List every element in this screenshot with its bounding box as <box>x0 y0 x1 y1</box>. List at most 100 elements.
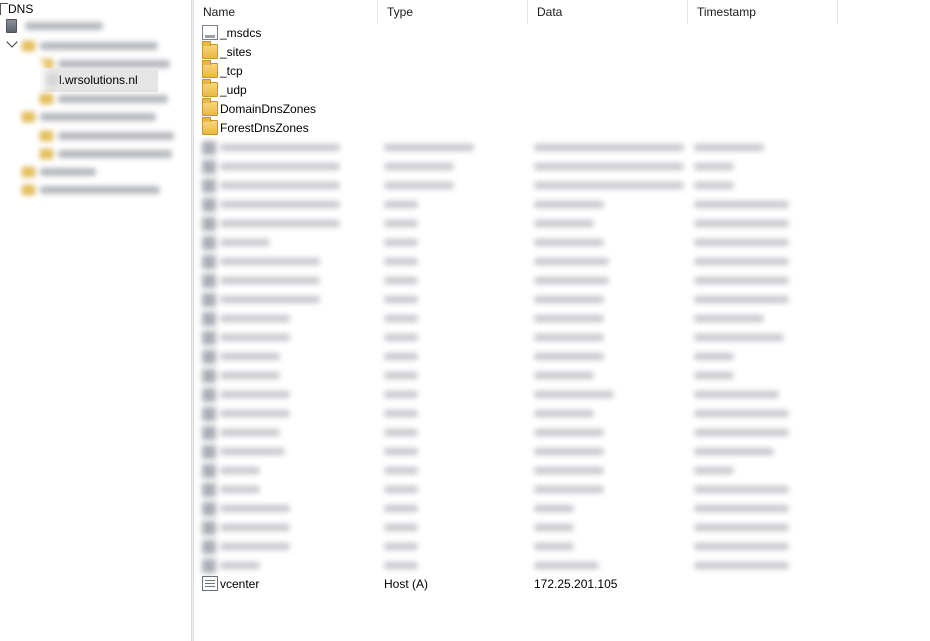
redacted-record-icon <box>202 388 216 402</box>
list-item-msdcs[interactable]: _msdcs <box>194 23 838 42</box>
redacted-text <box>220 201 340 208</box>
redacted-record-icon <box>202 331 216 345</box>
redacted-text <box>694 239 789 246</box>
redacted-text <box>384 163 454 170</box>
redacted-text <box>220 163 340 170</box>
chevron-down-icon[interactable] <box>6 36 18 48</box>
redacted-text <box>534 410 594 417</box>
redacted-text <box>384 467 418 474</box>
column-header-timestamp[interactable]: Timestamp <box>688 0 838 24</box>
column-header-data[interactable]: Data <box>528 0 688 24</box>
redacted-text <box>694 315 764 322</box>
redacted-text <box>534 486 604 493</box>
tree-trust-points[interactable] <box>22 163 96 181</box>
tree-conditional-forwarders[interactable] <box>22 181 160 199</box>
redacted-text <box>534 201 604 208</box>
column-header-type[interactable]: Type <box>378 0 528 24</box>
redacted-record-icon <box>202 521 216 535</box>
redacted-record-icon <box>202 464 216 478</box>
redacted-record-icon <box>202 369 216 383</box>
redacted-text <box>384 220 418 227</box>
redacted-text <box>384 239 418 246</box>
redacted-text <box>220 429 280 436</box>
redacted-text <box>384 543 418 550</box>
redacted-text <box>384 562 418 569</box>
folder-icon <box>22 185 35 195</box>
folder-icon <box>202 79 218 97</box>
redacted-text <box>220 353 280 360</box>
redacted-record-icon <box>202 559 216 573</box>
redacted-text <box>534 277 609 284</box>
redacted-record-icon <box>202 198 216 212</box>
redacted-record-icon <box>202 426 216 440</box>
folder-icon <box>202 41 218 59</box>
redacted-text <box>220 448 285 455</box>
folder-icon <box>202 117 218 135</box>
zone-doc-icon <box>202 25 218 40</box>
column-header-name[interactable]: Name <box>194 0 378 24</box>
list-item-sites[interactable]: _sites <box>194 41 838 61</box>
redacted-text <box>694 448 774 455</box>
redacted-text <box>384 448 418 455</box>
redacted-text <box>384 201 418 208</box>
console-tree: DNS l.wrsolutions.nl <box>0 0 191 641</box>
redacted-text <box>384 391 418 398</box>
redacted-text <box>220 277 320 284</box>
redacted-text <box>534 429 604 436</box>
redacted-text <box>220 296 320 303</box>
redacted-text <box>384 353 418 360</box>
record-name: ForestDnsZones <box>220 120 309 135</box>
redacted-text <box>534 505 574 512</box>
record-name: _msdcs <box>220 25 262 40</box>
redacted-text <box>534 239 604 246</box>
redacted-record-icon <box>202 483 216 497</box>
redacted-text <box>384 144 474 151</box>
redacted-text <box>694 334 784 341</box>
redacted-text <box>694 524 789 531</box>
redacted-text <box>694 410 789 417</box>
redacted-text <box>220 334 290 341</box>
tree-reverse-lookup-zones[interactable] <box>22 108 156 126</box>
redacted-text <box>384 182 454 189</box>
tree-zone-item[interactable] <box>40 145 172 163</box>
record-name: _udp <box>220 82 247 97</box>
redacted-text <box>384 486 418 493</box>
redacted-text <box>694 562 789 569</box>
redacted-record-icon <box>202 350 216 364</box>
tree-root-dns[interactable]: DNS <box>0 0 33 18</box>
folder-icon <box>40 149 53 159</box>
tree-zone-item[interactable] <box>40 127 174 145</box>
list-item-udp[interactable]: _udp <box>194 79 838 99</box>
redaction-overlay <box>0 60 44 112</box>
list-item-forestdnszones[interactable]: ForestDnsZones <box>194 117 838 137</box>
server-icon <box>6 19 17 33</box>
list-item-domaindnszones[interactable]: DomainDnsZones <box>194 98 838 118</box>
redacted-text <box>534 182 684 189</box>
redacted-text <box>220 239 270 246</box>
redacted-record-icon <box>202 540 216 554</box>
redacted-text <box>534 543 574 550</box>
list-item-tcp[interactable]: _tcp <box>194 60 838 80</box>
redacted-text <box>384 277 418 284</box>
redacted-text <box>534 296 604 303</box>
redacted-text <box>384 505 418 512</box>
redacted-text <box>694 505 789 512</box>
list-item-vcenter[interactable]: vcenter Host (A) 172.25.201.105 <box>194 574 838 593</box>
redacted-text <box>384 410 418 417</box>
redacted-text <box>220 410 290 417</box>
tree-zone-item[interactable] <box>40 90 168 108</box>
tree-root-label: DNS <box>8 2 34 16</box>
redacted-text <box>384 258 418 265</box>
redacted-record-icon <box>202 217 216 231</box>
redacted-text <box>534 562 599 569</box>
tree-selected-zone[interactable]: l.wrsolutions.nl <box>40 68 158 92</box>
redacted-text <box>534 391 614 398</box>
redacted-text <box>220 524 290 531</box>
record-name: _tcp <box>220 63 243 78</box>
redacted-record-icon <box>202 255 216 269</box>
tree-forward-lookup-zones[interactable] <box>22 37 158 55</box>
redacted-record-icon <box>202 141 216 155</box>
tree-server-node[interactable] <box>6 17 103 35</box>
redacted-record-icon <box>202 274 216 288</box>
redacted-text <box>694 429 789 436</box>
